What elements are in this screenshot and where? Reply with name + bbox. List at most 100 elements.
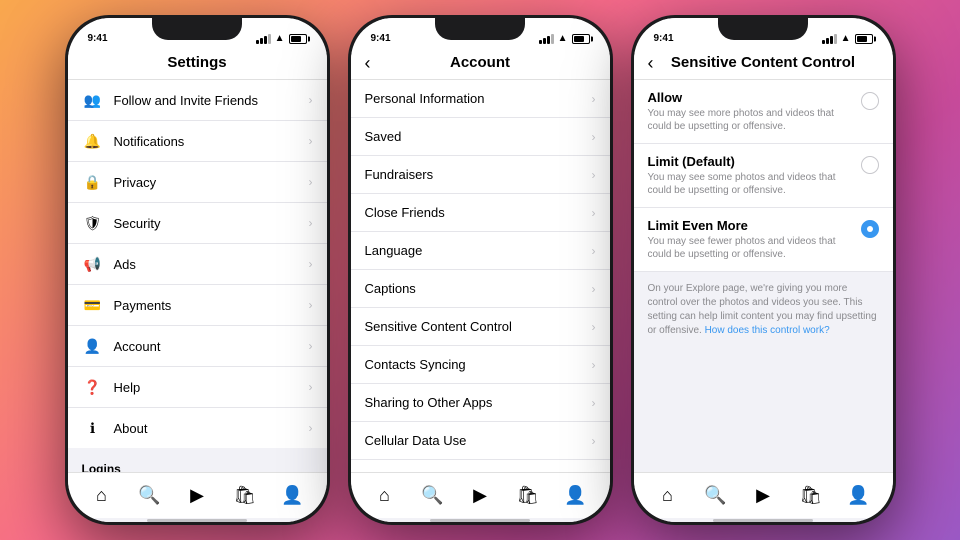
payments-icon: 💳	[82, 294, 104, 316]
privacy-icon: 🔒	[82, 171, 104, 193]
allow-desc: You may see more photos and videos that …	[648, 107, 853, 133]
wifi-icon: ▲	[841, 33, 851, 44]
list-item[interactable]: 💳 Payments ›	[68, 285, 327, 326]
list-item[interactable]: Fundraisers ›	[351, 156, 610, 194]
limit-more-title: Limit Even More	[648, 218, 853, 233]
chevron-icon: ›	[592, 282, 596, 296]
profile-nav-icon[interactable]: 👤	[278, 481, 308, 511]
status-time-2: 9:41	[371, 33, 391, 44]
limit-more-option[interactable]: Limit Even More You may see fewer photos…	[634, 208, 893, 272]
list-item[interactable]: Language ›	[351, 232, 610, 270]
home-nav-icon[interactable]: ⌂	[652, 481, 682, 511]
profile-nav-icon[interactable]: 👤	[561, 481, 591, 511]
follow-icon: 👥	[82, 89, 104, 111]
list-item[interactable]: ℹ About ›	[68, 408, 327, 448]
shop-nav-icon[interactable]: 🛍	[513, 481, 543, 511]
reels-nav-icon[interactable]: ▶	[465, 481, 495, 511]
ads-icon: 📢	[82, 253, 104, 275]
list-item[interactable]: Sensitive Content Control ›	[351, 308, 610, 346]
home-nav-icon[interactable]: ⌂	[86, 481, 116, 511]
chevron-icon: ›	[592, 434, 596, 448]
reels-nav-icon[interactable]: ▶	[182, 481, 212, 511]
list-item[interactable]: Captions ›	[351, 270, 610, 308]
language-label: Language	[365, 243, 592, 258]
chevron-icon: ›	[309, 134, 313, 148]
allow-radio[interactable]	[861, 92, 879, 110]
chevron-icon: ›	[592, 358, 596, 372]
close-friends-label: Close Friends	[365, 205, 592, 220]
account-label: Account	[114, 339, 309, 354]
reels-nav-icon[interactable]: ▶	[748, 481, 778, 511]
chevron-icon: ›	[592, 168, 596, 182]
payments-label: Payments	[114, 298, 309, 313]
list-item[interactable]: 📢 Ads ›	[68, 244, 327, 285]
limit-default-radio[interactable]	[861, 156, 879, 174]
battery-icon	[289, 34, 307, 44]
nav-title-sensitive: Sensitive Content Control	[671, 54, 855, 71]
profile-nav-icon[interactable]: 👤	[844, 481, 874, 511]
bottom-nav-1: ⌂ 🔍 ▶ 🛍 👤	[68, 472, 327, 518]
captions-label: Captions	[365, 281, 592, 296]
shop-nav-icon[interactable]: 🛍	[230, 481, 260, 511]
fundraisers-label: Fundraisers	[365, 167, 592, 182]
list-item[interactable]: 👥 Follow and Invite Friends ›	[68, 80, 327, 121]
search-nav-icon[interactable]: 🔍	[417, 481, 447, 511]
home-nav-icon[interactable]: ⌂	[369, 481, 399, 511]
limit-default-option-text: Limit (Default) You may see some photos …	[648, 154, 853, 197]
signal-icon	[822, 34, 837, 44]
search-nav-icon[interactable]: 🔍	[134, 481, 164, 511]
list-item[interactable]: 🛡 Security ›	[68, 203, 327, 244]
search-nav-icon[interactable]: 🔍	[700, 481, 730, 511]
chevron-icon: ›	[309, 298, 313, 312]
back-button[interactable]: ‹	[365, 54, 371, 72]
status-time-3: 9:41	[654, 33, 674, 44]
list-item[interactable]: Saved ›	[351, 118, 610, 156]
list-item[interactable]: ❓ Help ›	[68, 367, 327, 408]
signal-icon	[539, 34, 554, 44]
notch	[718, 18, 808, 40]
nav-header-sensitive: ‹ Sensitive Content Control	[634, 48, 893, 80]
about-label: About	[114, 421, 309, 436]
settings-content: 👥 Follow and Invite Friends › 🔔 Notifica…	[68, 80, 327, 472]
allow-option[interactable]: Allow You may see more photos and videos…	[634, 80, 893, 144]
chevron-icon: ›	[309, 175, 313, 189]
limit-default-option[interactable]: Limit (Default) You may see some photos …	[634, 144, 893, 208]
sensitive-control-label: Sensitive Content Control	[365, 319, 592, 334]
list-item[interactable]: Personal Information ›	[351, 80, 610, 118]
bottom-nav-3: ⌂ 🔍 ▶ 🛍 👤	[634, 472, 893, 518]
wifi-icon: ▲	[558, 33, 568, 44]
wifi-icon: ▲	[275, 33, 285, 44]
list-item[interactable]: Original Photos ›	[351, 460, 610, 472]
bottom-nav-2: ⌂ 🔍 ▶ 🛍 👤	[351, 472, 610, 518]
privacy-label: Privacy	[114, 175, 309, 190]
nav-header-account: ‹ Account	[351, 48, 610, 80]
shop-nav-icon[interactable]: 🛍	[796, 481, 826, 511]
home-bar	[68, 518, 327, 522]
ads-label: Ads	[114, 257, 309, 272]
list-item[interactable]: 👤 Account ›	[68, 326, 327, 367]
nav-header-settings: Settings	[68, 48, 327, 80]
notifications-icon: 🔔	[82, 130, 104, 152]
limit-default-desc: You may see some photos and videos that …	[648, 171, 853, 197]
back-button[interactable]: ‹	[648, 54, 654, 72]
chevron-icon: ›	[592, 396, 596, 410]
sharing-other-apps-label: Sharing to Other Apps	[365, 395, 592, 410]
list-item[interactable]: Sharing to Other Apps ›	[351, 384, 610, 422]
follow-label: Follow and Invite Friends	[114, 93, 309, 108]
sensitive-note-link[interactable]: How does this control work?	[705, 325, 830, 336]
list-item[interactable]: Cellular Data Use ›	[351, 422, 610, 460]
signal-icon	[256, 34, 271, 44]
list-item[interactable]: 🔔 Notifications ›	[68, 121, 327, 162]
account-icon: 👤	[82, 335, 104, 357]
about-icon: ℹ	[82, 417, 104, 439]
nav-title-settings: Settings	[167, 54, 226, 71]
list-item[interactable]: Close Friends ›	[351, 194, 610, 232]
status-icons-1: ▲	[256, 33, 307, 44]
saved-label: Saved	[365, 129, 592, 144]
account-list: Personal Information › Saved › Fundraise…	[351, 80, 610, 472]
limit-more-radio[interactable]	[861, 220, 879, 238]
list-item[interactable]: 🔒 Privacy ›	[68, 162, 327, 203]
chevron-icon: ›	[309, 339, 313, 353]
list-item[interactable]: Contacts Syncing ›	[351, 346, 610, 384]
chevron-icon: ›	[309, 421, 313, 435]
